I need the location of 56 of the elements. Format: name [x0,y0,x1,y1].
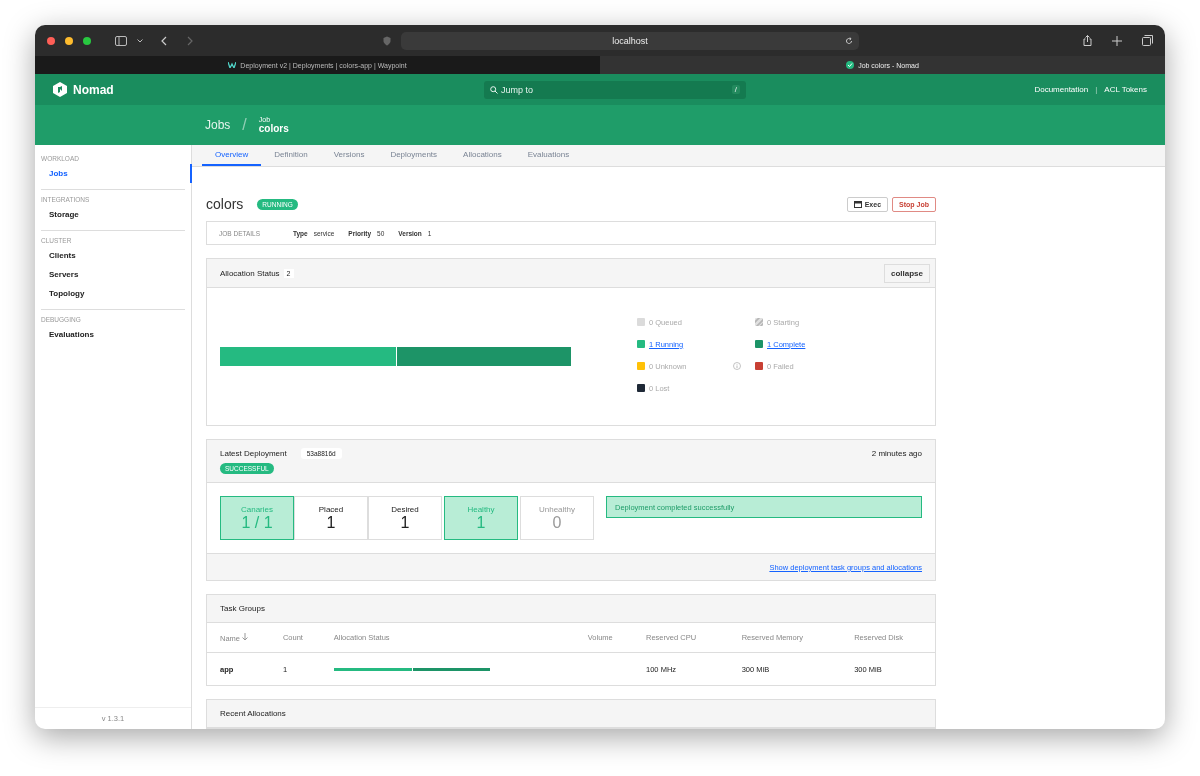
share-icon[interactable] [1083,35,1092,46]
metric-value: 1 [400,513,410,532]
panel-title: Latest Deployment [220,449,287,458]
tabs-overview-icon[interactable] [1142,35,1153,46]
metric-value: 1 [326,513,336,532]
metric-label: Unhealthy [539,504,575,514]
hexagon-logo-icon [53,82,67,97]
sidebar-item[interactable]: Evaluations [41,325,185,344]
nomad-logo[interactable]: Nomad [53,82,453,97]
new-tab-icon[interactable] [1112,35,1122,46]
job-title: colors [206,196,244,212]
sidebar-item[interactable]: Topology [41,284,185,303]
breadcrumb-link[interactable]: colors [258,123,289,134]
timestamp: 2 minutes ago [871,449,922,458]
sidebar-item[interactable]: Servers [41,265,185,284]
shortcut-key: / [731,85,740,94]
close-window-button[interactable] [47,36,55,45]
forward-icon[interactable] [187,35,193,46]
tab[interactable]: Deployments [377,145,451,166]
terminal-icon [853,200,862,208]
sidebar-item[interactable]: Storage [41,205,185,224]
header-link[interactable]: Documentation [1034,85,1089,94]
metric-label: Healthy [467,504,495,514]
shield-icon[interactable] [383,35,391,46]
header-link[interactable]: ACL Tokens [1104,85,1147,94]
metric-label: Desired [391,504,419,514]
reload-icon[interactable] [845,36,853,45]
breadcrumb-link[interactable]: Jobs [205,118,231,132]
tab[interactable]: Overview [202,145,262,166]
sort-arrow-icon[interactable] [242,632,249,641]
metric-value: 0 [552,513,562,532]
search-icon [490,85,498,94]
metric-value: 1 / 1 [241,513,273,532]
tab[interactable]: Definition [261,145,321,166]
minimize-window-button[interactable] [65,36,73,45]
address-bar[interactable]: localhost [401,31,859,50]
panel-title: Task Groups [220,604,265,613]
back-icon[interactable] [161,35,167,46]
panel-title: Recent Allocations [220,709,286,718]
maximize-window-button[interactable] [83,36,91,45]
metric-value: 1 [476,513,486,532]
breadcrumb-separator: / [242,116,247,134]
check-circle-icon [846,61,855,69]
collapse-button[interactable]: collapse [884,263,930,283]
logo-icon [228,62,237,68]
tab[interactable]: Evaluations [514,145,583,166]
panel-title: Allocation Status [220,268,280,278]
sidebar-icon[interactable] [115,35,127,46]
separator: | [1095,85,1098,94]
search-field[interactable]: Jump to / [484,80,746,99]
tab[interactable]: Allocations [450,145,515,166]
metric-label: Canaries [241,504,273,514]
metric-label: Placed [318,504,344,514]
tab[interactable]: Versions [320,145,378,166]
sidebar-item[interactable]: Clients [41,246,185,265]
chevron-down-icon[interactable] [137,38,143,43]
